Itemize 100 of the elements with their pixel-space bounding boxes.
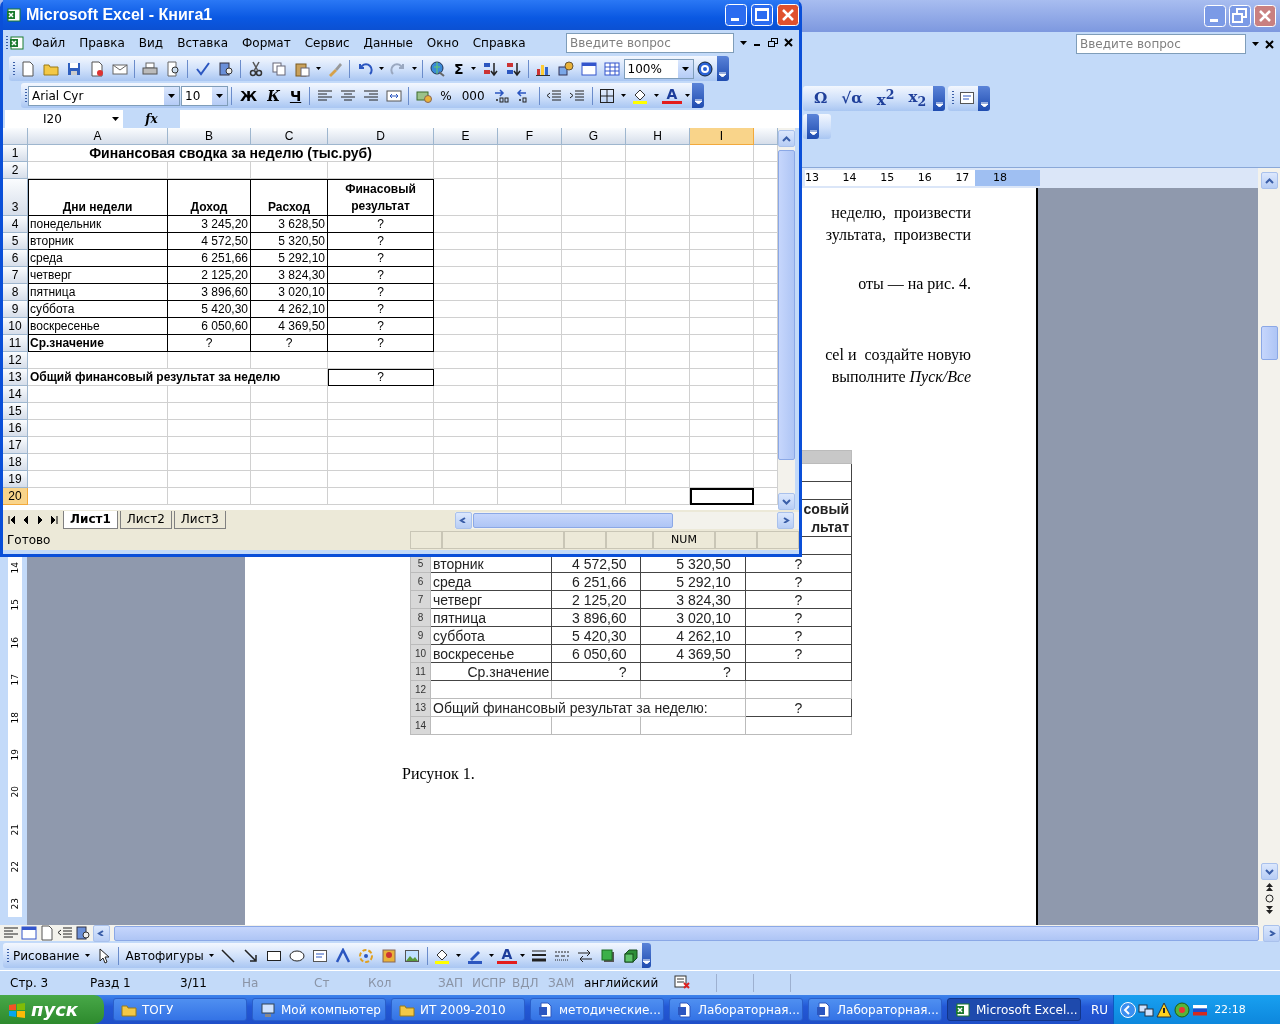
taskbar-button[interactable]: Лабораторная... xyxy=(808,998,942,1021)
symbol-button[interactable]: √α xyxy=(834,89,870,107)
caret-icon[interactable] xyxy=(980,101,988,107)
fill-color-icon[interactable] xyxy=(632,87,649,104)
formula-field[interactable] xyxy=(180,109,799,128)
menu-item[interactable]: Сервис xyxy=(297,32,357,53)
toolbar-options-button[interactable] xyxy=(807,113,819,139)
scroll-thumb[interactable] xyxy=(472,512,673,528)
diagram-icon[interactable] xyxy=(358,947,375,964)
symbol-button[interactable]: x$_{2}$ xyxy=(901,87,934,109)
row-header[interactable]: 5 xyxy=(3,233,28,250)
next-page-icon[interactable] xyxy=(1264,905,1274,915)
network-icon[interactable] xyxy=(1138,1001,1155,1018)
toolbar-grip-icon[interactable] xyxy=(6,34,9,51)
underline-button[interactable]: Ч xyxy=(284,87,307,104)
three-d-icon[interactable] xyxy=(622,947,639,964)
start-button[interactable]: пуск xyxy=(0,995,104,1024)
align-left-icon[interactable] xyxy=(316,87,333,104)
column-header[interactable]: H xyxy=(626,128,690,145)
undo-icon[interactable] xyxy=(356,60,373,77)
scroll-down-icon[interactable] xyxy=(1264,868,1274,875)
book-search-icon[interactable] xyxy=(75,925,91,941)
sheet-tab[interactable]: Лист2 xyxy=(119,511,172,529)
toolbar-options-button[interactable] xyxy=(642,943,651,968)
caret-icon[interactable] xyxy=(519,954,525,957)
column-header[interactable]: C xyxy=(251,128,328,145)
caret-icon[interactable] xyxy=(809,129,817,135)
menu-item[interactable]: Вид xyxy=(131,32,171,53)
fill-color-icon[interactable] xyxy=(434,947,451,964)
caret-icon[interactable] xyxy=(84,954,90,957)
scroll-left-icon[interactable] xyxy=(458,517,468,523)
caret-icon[interactable] xyxy=(411,67,417,70)
previous-page-icon[interactable] xyxy=(1264,882,1274,892)
scroll-left-icon[interactable] xyxy=(97,930,106,936)
taskbar-button[interactable]: Мой компьютер xyxy=(252,998,386,1021)
caret-icon[interactable] xyxy=(681,66,689,71)
caret-icon[interactable] xyxy=(168,93,175,98)
thousands-separator-button[interactable]: 000 xyxy=(456,88,490,103)
arrow-icon[interactable] xyxy=(243,947,260,964)
taskbar-button[interactable]: ТОГУ xyxy=(113,998,247,1021)
caret-icon[interactable] xyxy=(471,67,477,70)
scroll-thumb[interactable] xyxy=(778,150,795,460)
wordart-icon[interactable] xyxy=(335,947,352,964)
menu-button[interactable]: Автофигуры xyxy=(122,948,207,963)
column-header[interactable]: A xyxy=(28,128,168,145)
toolbar-options-button[interactable] xyxy=(692,83,705,108)
symbol-button[interactable]: Ω xyxy=(807,89,835,107)
name-box[interactable]: I20 xyxy=(5,109,123,128)
line-icon[interactable] xyxy=(220,947,237,964)
toolbar-options-button[interactable] xyxy=(716,56,729,81)
toolbar-grip-icon[interactable] xyxy=(952,90,956,106)
caret-icon[interactable] xyxy=(621,94,627,97)
row-header[interactable]: 16 xyxy=(3,420,28,437)
row-header[interactable]: 15 xyxy=(3,403,28,420)
font-color-button[interactable]: A xyxy=(661,87,683,104)
table-icon[interactable] xyxy=(604,60,621,77)
caret-icon[interactable] xyxy=(654,94,660,97)
scroll-right-icon[interactable] xyxy=(781,517,790,523)
close-icon[interactable] xyxy=(1265,39,1274,49)
font-size-dropdown[interactable]: 10 xyxy=(181,85,228,106)
text-box-icon[interactable] xyxy=(958,90,975,106)
caret-icon[interactable] xyxy=(643,959,651,964)
row-header[interactable]: 11 xyxy=(3,335,28,352)
sheet-tab[interactable]: Лист3 xyxy=(173,511,226,529)
column-header[interactable]: B xyxy=(168,128,251,145)
align-left-icon[interactable] xyxy=(3,925,19,941)
browse-object-icon[interactable] xyxy=(1264,894,1274,903)
language-indicator[interactable]: RU xyxy=(1086,1002,1114,1017)
scroll-up-icon[interactable] xyxy=(782,135,791,142)
insert-function-button[interactable]: fx xyxy=(123,111,180,126)
spell-check-icon[interactable] xyxy=(194,60,211,77)
column-header[interactable]: E xyxy=(434,128,498,145)
menu-item[interactable]: Файл xyxy=(25,32,73,53)
increase-indent-icon[interactable] xyxy=(569,87,586,104)
caret-icon[interactable] xyxy=(209,954,215,957)
taskbar-button[interactable]: методические... xyxy=(530,998,664,1021)
column-header[interactable]: G xyxy=(562,128,626,145)
scroll-thumb[interactable] xyxy=(1260,326,1278,360)
increase-decimal-icon[interactable] xyxy=(493,87,510,104)
caret-icon[interactable] xyxy=(216,93,223,98)
toolbar-options-button[interactable] xyxy=(978,85,991,111)
symbol-button[interactable]: x$^{2}$ xyxy=(869,87,902,109)
help-icon[interactable] xyxy=(697,60,714,77)
scroll-down-icon[interactable] xyxy=(782,498,791,505)
merge-cells-icon[interactable] xyxy=(385,87,402,104)
caret-icon[interactable] xyxy=(694,99,702,104)
picture-icon[interactable] xyxy=(404,947,421,964)
row-header[interactable]: 14 xyxy=(3,386,28,403)
decrease-indent-icon[interactable] xyxy=(546,87,563,104)
chevron-icon[interactable] xyxy=(1120,1001,1137,1018)
help-search-field[interactable]: Введите вопрос xyxy=(566,32,734,53)
printer-icon[interactable] xyxy=(141,60,158,77)
help-search-field[interactable]: Введите вопрос xyxy=(1076,34,1246,54)
sheet-tab[interactable]: Лист1 xyxy=(63,511,118,529)
spreadsheet-icon[interactable] xyxy=(9,34,25,51)
warning-icon[interactable] xyxy=(1156,1001,1173,1018)
row-header[interactable]: 18 xyxy=(3,454,28,471)
caret-icon[interactable] xyxy=(684,94,690,97)
column-header[interactable]: F xyxy=(498,128,562,145)
scroll-thumb[interactable] xyxy=(114,925,1259,941)
